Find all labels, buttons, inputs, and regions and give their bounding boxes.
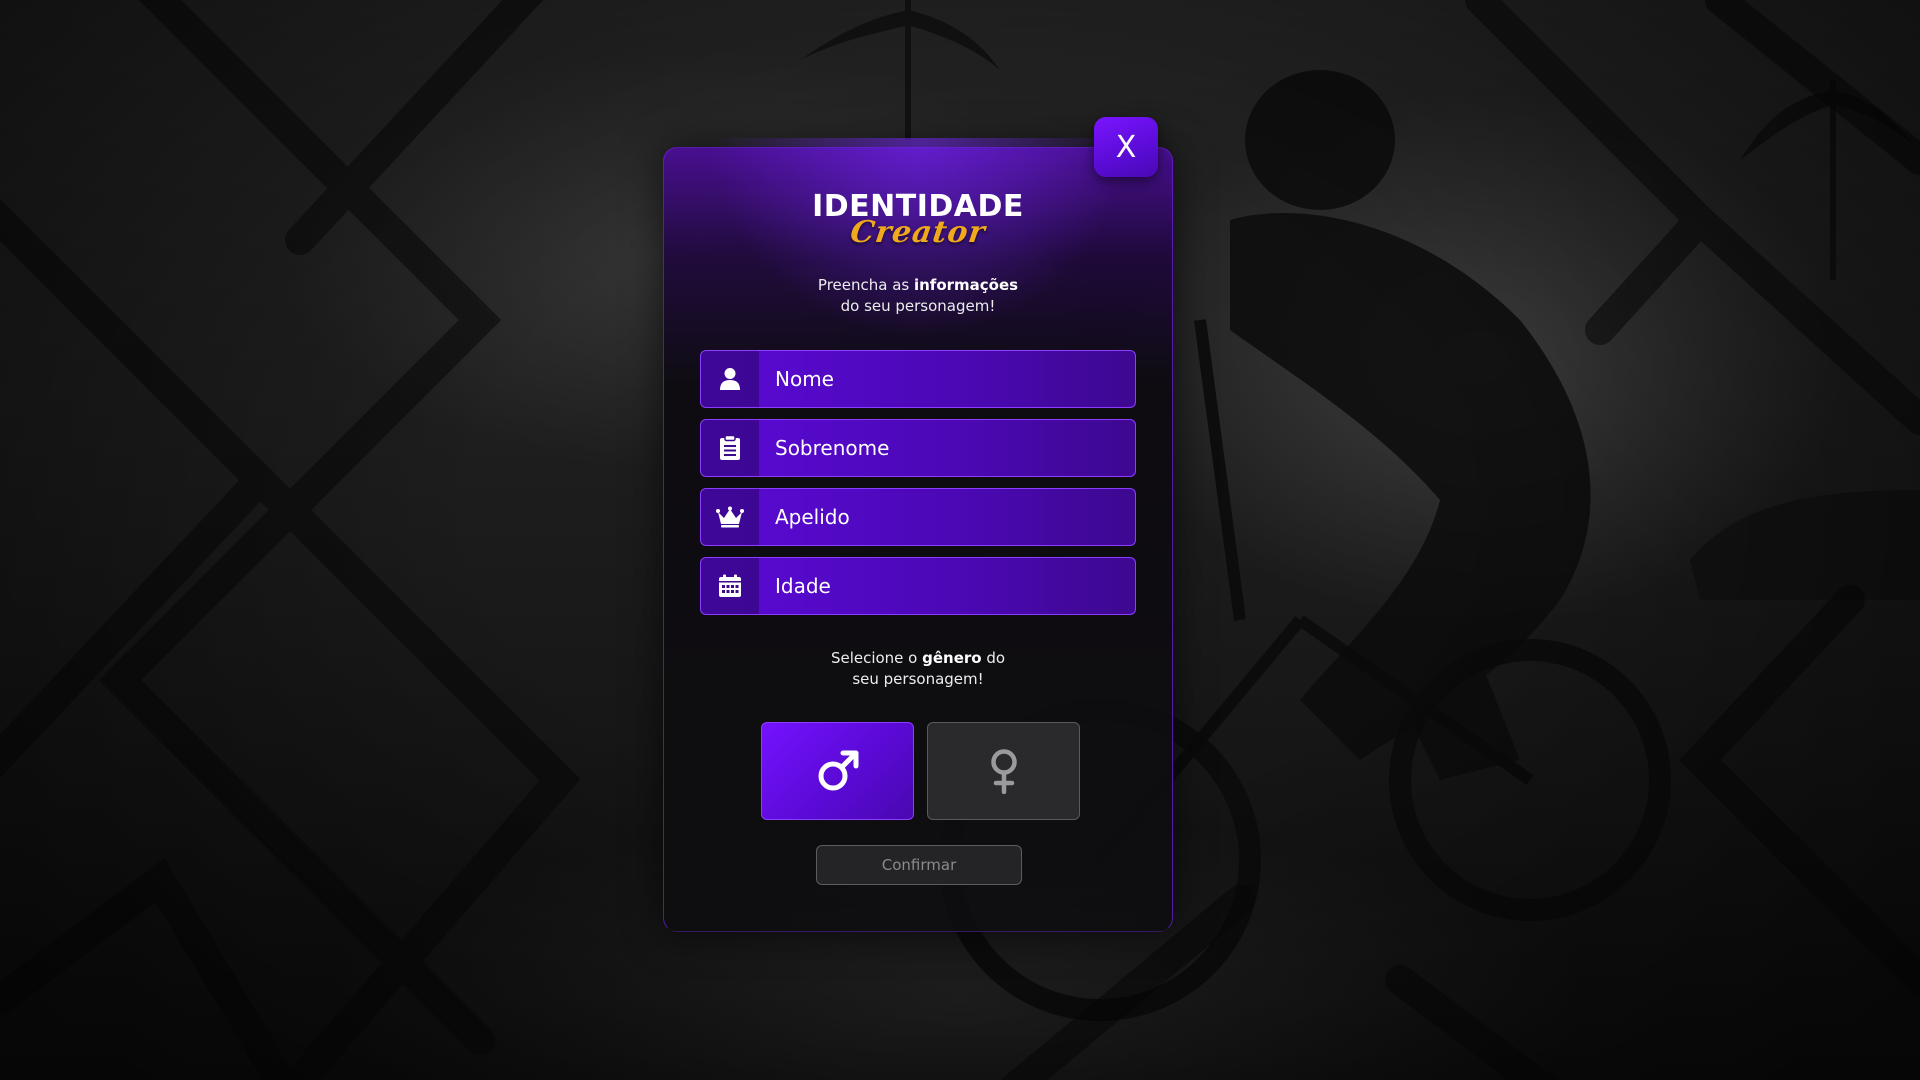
- gender-prompt-prefix: Selecione o: [830, 649, 923, 667]
- app-logo: IDENTIDADE Creator: [663, 185, 1173, 265]
- gender-prompt: Selecione o gênero do seu personagem!: [663, 648, 1173, 690]
- nickname-input[interactable]: [759, 489, 1135, 545]
- confirm-label: Confirmar: [881, 856, 957, 874]
- surname-input[interactable]: [759, 420, 1135, 476]
- gender-male-button[interactable]: [761, 722, 914, 820]
- logo-subtitle: Creator: [848, 215, 988, 250]
- male-symbol-icon: [818, 750, 858, 791]
- user-icon: [701, 351, 759, 407]
- age-field[interactable]: [700, 557, 1136, 615]
- surname-field[interactable]: [700, 419, 1136, 477]
- clipboard-icon: [701, 420, 759, 476]
- name-field[interactable]: [700, 350, 1136, 408]
- gender-prompt-bold: gênero: [922, 649, 982, 667]
- gender-prompt-line2: seu personagem!: [852, 670, 984, 688]
- close-button[interactable]: X: [1094, 117, 1158, 177]
- crown-icon: [701, 489, 759, 545]
- age-input[interactable]: [759, 558, 1135, 614]
- calendar-icon: [701, 558, 759, 614]
- instruction-bold: informações: [913, 276, 1019, 294]
- name-input[interactable]: [759, 351, 1135, 407]
- instruction-prefix: Preencha as: [817, 276, 914, 294]
- female-symbol-icon: [990, 749, 1017, 794]
- gender-female-button[interactable]: [927, 722, 1080, 820]
- instruction-line2: do seu personagem!: [840, 297, 996, 315]
- instruction-text: Preencha as informações do seu personage…: [663, 275, 1173, 317]
- nickname-field[interactable]: [700, 488, 1136, 546]
- confirm-button[interactable]: Confirmar: [816, 845, 1022, 885]
- close-label: X: [1115, 129, 1137, 165]
- gender-prompt-suffix: do: [981, 649, 1006, 667]
